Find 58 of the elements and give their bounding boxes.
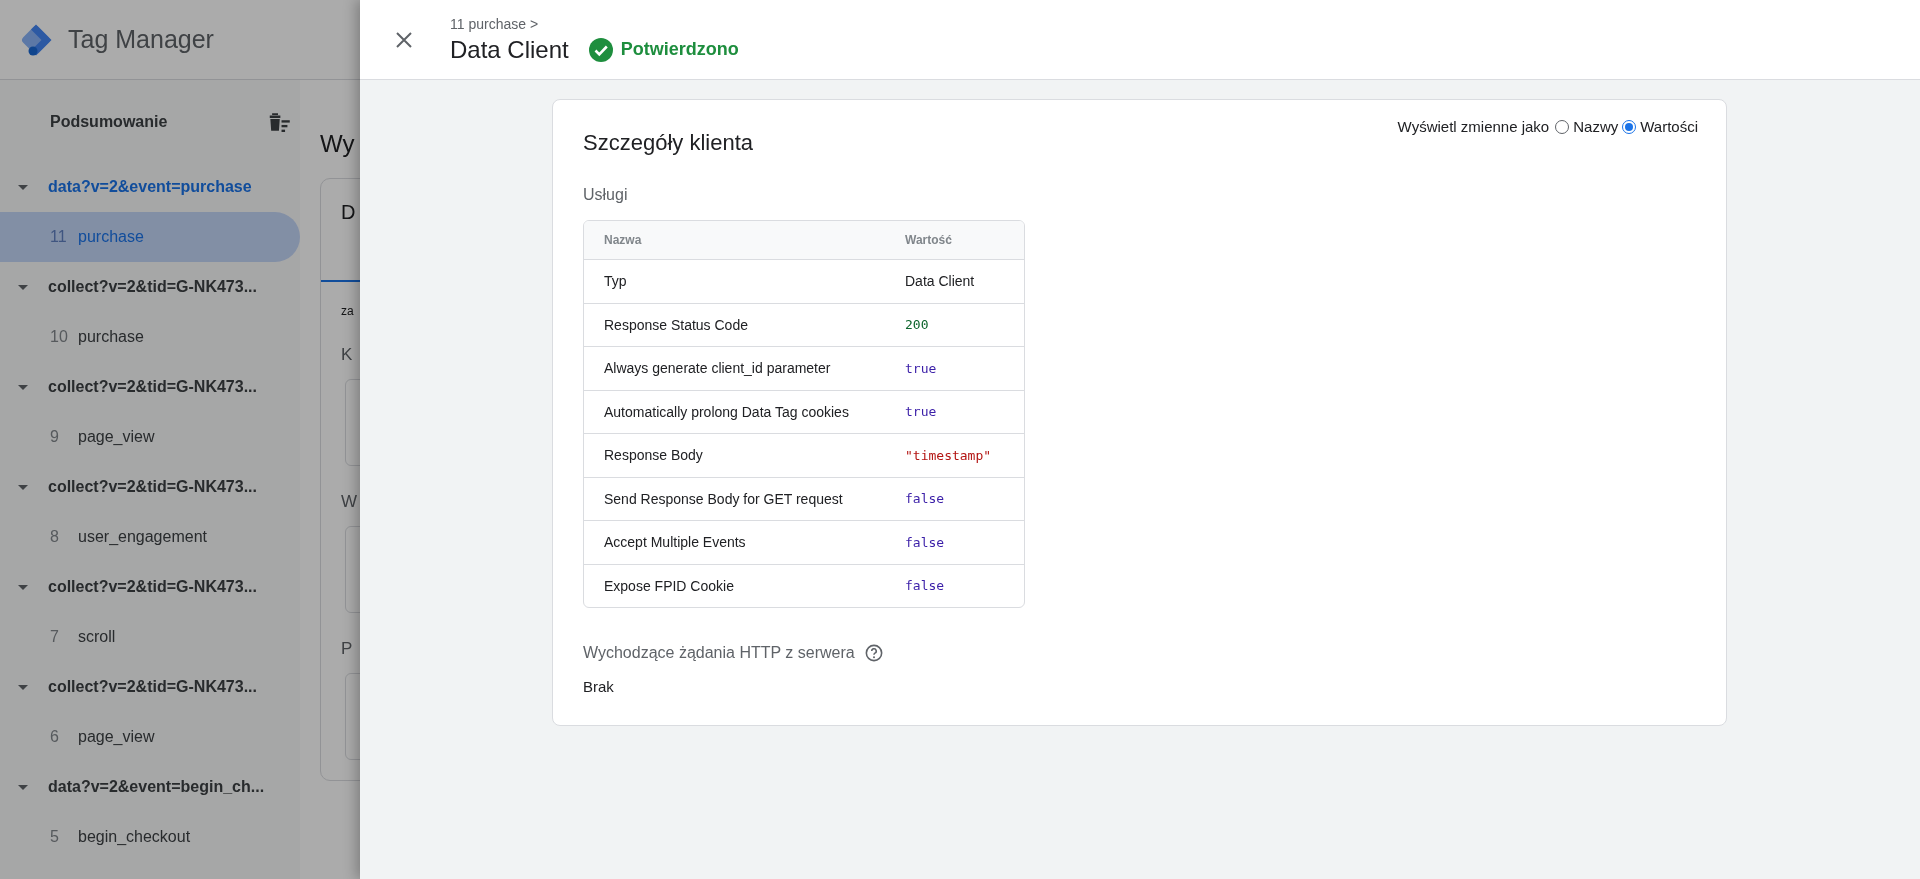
table-cell-text: Expose FPID Cookie (603, 577, 735, 594)
breadcrumb-link[interactable]: 11 purchase > (450, 15, 739, 32)
radio-label[interactable]: Nazwy (1573, 118, 1619, 135)
table-cell: false (905, 578, 945, 594)
card-title: Szczegóły klienta (583, 129, 753, 156)
request-item[interactable]: collect?v=2&tid=G-NK473... (0, 662, 300, 712)
table-cell: "timestamp" (905, 447, 992, 463)
table-cell-text: Accept Multiple Events (603, 534, 747, 551)
column-header: Nazwa (603, 233, 643, 247)
event-item[interactable]: 6 page_view (0, 712, 300, 762)
section-title: W (341, 492, 359, 512)
request-item[interactable]: data?v=2&event=begin_ch... (0, 762, 300, 812)
table-cell-text: Response Body (603, 447, 704, 464)
subtitle: za (340, 303, 354, 318)
page-heading: Wy (320, 130, 355, 158)
request-item[interactable]: data?v=2&event=purchase (0, 162, 300, 212)
section-title: K (341, 345, 354, 365)
panel-title: Data Client (450, 35, 569, 64)
caret-icon[interactable] (18, 684, 28, 690)
table-cell: true (905, 404, 937, 420)
close-icon (395, 30, 413, 49)
section-title: P (341, 639, 354, 659)
table-cell: true (905, 360, 937, 376)
table-cell-text: Response Status Code (603, 316, 749, 333)
table-cell: false (905, 534, 945, 550)
app-title: Tag Manager (68, 25, 214, 54)
section-title: Usługi (583, 186, 629, 204)
request-item[interactable]: collect?v=2&tid=G-NK473... (0, 262, 300, 312)
outgoing-value: Brak (583, 678, 615, 695)
caret-icon[interactable] (18, 584, 28, 590)
event-item[interactable]: 5 begin_checkout (0, 812, 300, 862)
request-item[interactable]: collect?v=2&tid=G-NK473... (0, 562, 300, 612)
table-cell-text: Always generate client_id parameter (603, 360, 832, 377)
summary-item[interactable]: Podsumowanie (50, 113, 168, 131)
event-item[interactable]: 7 scroll (0, 612, 300, 662)
column-header: Wartość (905, 233, 952, 247)
event-item[interactable]: 10 purchase (0, 312, 300, 362)
status-label: Potwierdzono (620, 39, 739, 60)
view-as-label: Wyświetl zmienne jako (1397, 118, 1550, 135)
event-item[interactable]: 9 page_view (0, 412, 300, 462)
request-item[interactable]: collect?v=2&tid=G-NK473... (0, 362, 300, 412)
table-cell-text: Send Response Body for GET request (603, 490, 844, 507)
table-cell: Data Client (905, 273, 975, 290)
caret-icon[interactable] (18, 484, 28, 490)
tab[interactable]: D (341, 201, 356, 223)
help-icon[interactable] (864, 644, 883, 662)
caret-icon[interactable] (18, 284, 28, 290)
event-item[interactable]: 8 user_engagement (0, 512, 300, 562)
table-cell: 200 (905, 317, 929, 333)
caret-icon[interactable] (18, 784, 28, 790)
table-cell-text: Automatically prolong Data Tag cookies (603, 403, 850, 420)
request-item[interactable]: collect?v=2&tid=G-NK473... (0, 462, 300, 512)
table-cell-text: Typ (603, 273, 628, 290)
caret-icon[interactable] (18, 184, 28, 190)
table-cell: false (905, 491, 945, 507)
section-title: Wychodzące żądania HTTP z serwera (583, 644, 855, 662)
caret-icon[interactable] (18, 384, 28, 390)
radio-label[interactable]: Wartości (1640, 118, 1698, 135)
